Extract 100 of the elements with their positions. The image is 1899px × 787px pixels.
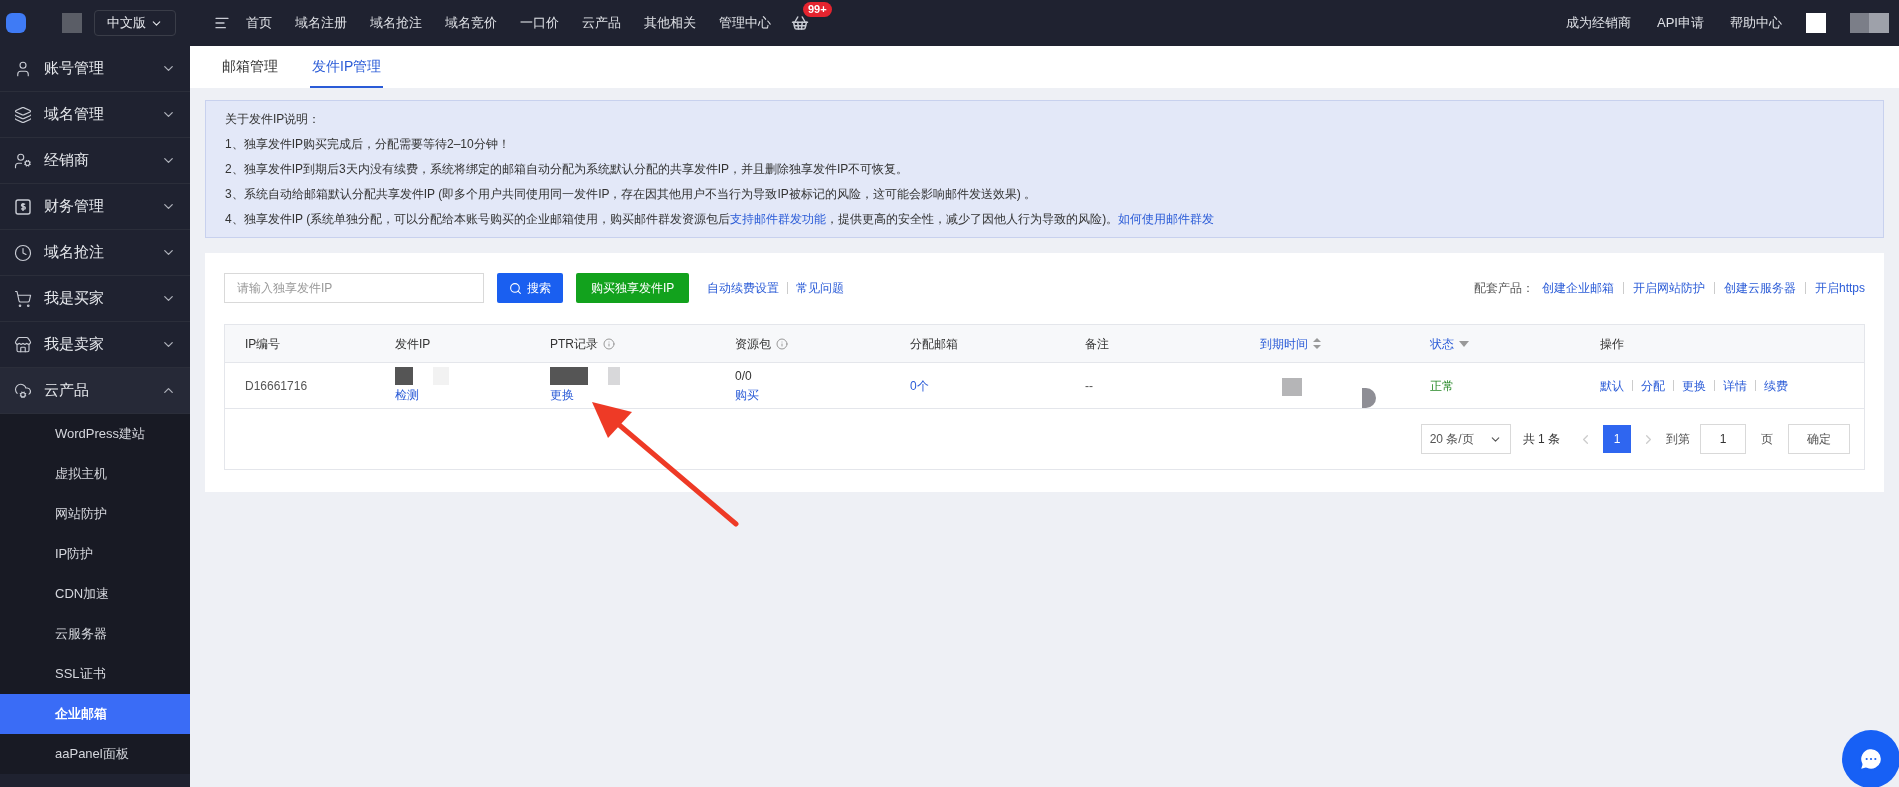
sidebar-subitem[interactable]: 虚拟主机 [0,454,190,494]
chat-button[interactable] [1842,730,1899,787]
notice-line: 1、独享发件IP购买完成后，分配需要等待2–10分钟！ [225,136,511,153]
action-link[interactable]: 更换 [1682,376,1706,395]
column-header: IP编号 [245,335,281,353]
column-header: 发件IP [395,335,431,353]
column-header: PTR记录 [550,335,598,353]
confirm-button[interactable]: 确定 [1788,424,1850,454]
layers-icon [14,105,32,124]
action-link[interactable]: 分配 [1641,376,1665,395]
notice-link[interactable]: 支持邮件群发功能 [730,212,827,226]
sidebar-subitem[interactable]: IP防护 [0,534,190,574]
sidebar-subitem[interactable]: 企业邮箱 [0,694,190,734]
related-link[interactable]: 创建云服务器 [1724,279,1796,297]
nav-link[interactable]: 一口价 [520,13,559,33]
cart-badge: 99+ [803,2,832,17]
menu-icon[interactable] [214,15,230,31]
clock-icon [14,243,32,262]
sidebar-item[interactable]: 财务管理 [0,184,190,230]
sidebar-item[interactable]: 域名管理 [0,92,190,138]
action-link[interactable]: 详情 [1723,376,1747,395]
sidebar-subitem[interactable]: CDN加速 [0,574,190,614]
nav-link[interactable]: 域名注册 [295,13,347,33]
redaction-mark [550,367,588,385]
dollar-note-icon [14,197,32,216]
column-header: 资源包 [735,335,771,353]
search-icon [509,281,522,295]
cell-link[interactable]: 购买 [735,386,759,404]
user-icon [14,59,32,78]
search-field[interactable]: 请输入独享发件IP [224,273,484,303]
redaction-mark [395,367,413,385]
toolbar-link[interactable]: 自动续费设置 [707,279,780,297]
sidebar-item[interactable]: 经销商 [0,138,190,184]
tab[interactable]: 发件IP管理 [310,46,384,88]
logo-icon [6,13,26,33]
related-link[interactable]: 创建企业邮箱 [1542,279,1614,297]
table-cell-text: -- [1085,377,1093,395]
page-button[interactable]: 1 [1603,425,1631,453]
related-link[interactable]: 开启https [1815,279,1865,297]
nav-link[interactable]: 首页 [246,13,272,33]
header-link[interactable]: 成为经销商 [1566,13,1632,33]
sidebar-subitem[interactable]: 网站防护 [0,494,190,534]
notice-line: 2、独享发件IP到期后3天内没有续费，系统将绑定的邮箱自动分配为系统默认分配的共享发件IP，并且删除独享发件IP不可恢复。 [225,161,910,178]
notice-line: 4、独享发件IP (系统单独分配，可以分配给本账号购买的企业邮箱使用，购买邮件群发资源包后支持邮件群发功能，提供更高的安全性，减少了因他人行为导致的风险)。如何使用邮件群发 [225,211,1216,228]
info-icon [776,337,788,350]
sidebar-subitem[interactable]: aaPanel面板 [0,734,190,774]
page-size-select[interactable]: 20 条/页 [1420,424,1511,454]
cloud-icon [14,381,32,400]
language-select[interactable]: 中文版 [94,10,176,36]
page-label: 页 [1761,431,1773,448]
total-count: 共 1 条 [1522,431,1560,448]
sidebar-item[interactable]: 我是买家 [0,276,190,322]
sidebar-subitem[interactable]: WordPress建站 [0,414,190,454]
account-placeholder[interactable] [1850,13,1889,33]
chat-icon [1858,746,1884,772]
notice-title: 关于发件IP说明： [225,111,322,128]
cell-link[interactable]: 0个 [910,376,929,395]
column-header: 分配邮箱 [910,335,958,353]
sidebar-subitem[interactable]: SSL证书 [0,654,190,694]
goto-label: 到第 [1666,431,1690,448]
redaction-mark [608,367,620,385]
nav-link[interactable]: 域名竞价 [445,13,497,33]
page-input[interactable]: 1 [1700,424,1746,454]
user-gear-icon [14,151,32,170]
cart-icon[interactable] [791,14,809,32]
store-icon [14,335,32,354]
redaction-mark [1282,377,1302,396]
column-header[interactable]: 状态 [1430,334,1454,353]
header-link[interactable]: 帮助中心 [1730,13,1782,33]
toolbar-link[interactable]: 常见问题 [796,279,845,297]
table-cell-text: 0/0 [735,368,752,385]
filter-icon[interactable] [1459,340,1469,347]
sidebar-subitem[interactable]: 云服务器 [0,614,190,654]
notice-link[interactable]: 如何使用邮件群发 [1118,212,1215,226]
nav-link[interactable]: 管理中心 [719,13,771,33]
redaction-mark [1362,387,1376,408]
related-products-label: 配套产品： [1474,280,1534,297]
status-text: 正常 [1430,377,1454,395]
sidebar-item[interactable]: 云产品 [0,368,190,414]
sort-icon[interactable] [1313,338,1321,349]
column-header: 操作 [1600,335,1624,353]
info-icon [603,337,615,350]
search-button[interactable]: 搜索 [497,273,563,303]
action-link[interactable]: 默认 [1600,376,1624,395]
sidebar-item[interactable]: 域名抢注 [0,230,190,276]
column-header: 备注 [1085,335,1109,353]
cart-icon [14,289,32,308]
tab[interactable]: 邮箱管理 [220,46,280,88]
nav-link[interactable]: 云产品 [582,13,621,33]
cell-link[interactable]: 更换 [550,386,574,404]
nav-link[interactable]: 域名抢注 [370,13,422,33]
cell-link[interactable]: 检测 [395,386,419,404]
notice-line: 3、系统自动给邮箱默认分配共享发件IP (即多个用户共同使用同一发件IP，存在因其他用户不当行为导致IP被标记的风险，这可能会影响邮件发送效果) 。 [225,186,1038,203]
header-link[interactable]: API申请 [1657,13,1704,33]
column-header[interactable]: 到期时间 [1260,334,1308,353]
related-link[interactable]: 开启网站防护 [1633,279,1705,297]
action-link[interactable]: 续费 [1764,376,1788,395]
nav-link[interactable]: 其他相关 [644,13,696,33]
logo-mark [62,13,82,33]
table-cell-text: D16661716 [245,377,308,395]
